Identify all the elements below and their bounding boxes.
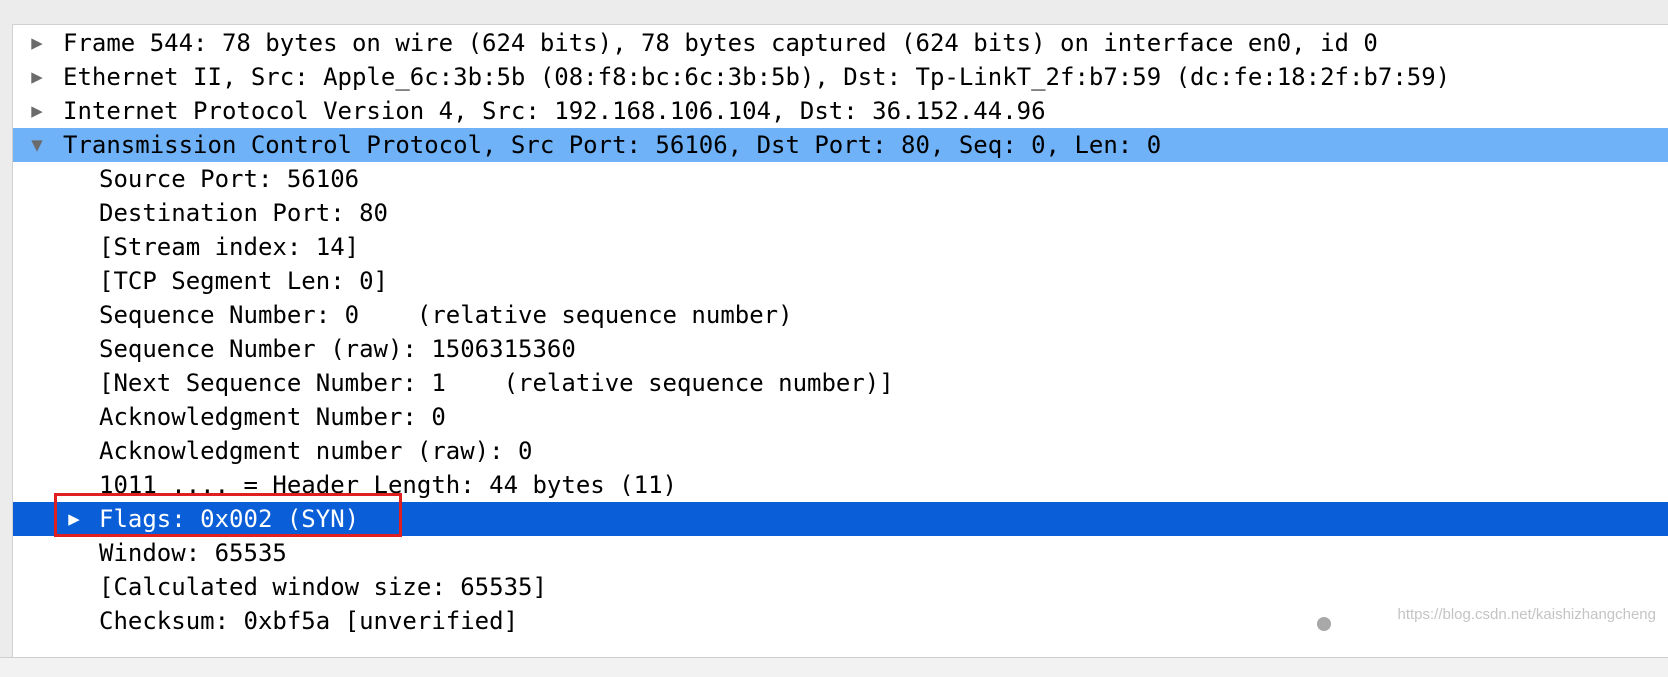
tree-row-calculated-window-size[interactable]: [Calculated window size: 65535] — [13, 570, 1668, 604]
tree-row-label: Destination Port: 80 — [99, 199, 388, 227]
expand-arrow-icon[interactable]: ▶ — [22, 60, 52, 94]
watermark-text: https://blog.csdn.net/kaishizhangcheng — [1397, 606, 1656, 623]
tree-row-label: Transmission Control Protocol, Src Port:… — [63, 131, 1162, 159]
tree-row-ack-number[interactable]: Acknowledgment Number: 0 — [13, 400, 1668, 434]
tree-row-sequence-number-raw[interactable]: Sequence Number (raw): 1506315360 — [13, 332, 1668, 366]
tree-row-tcp[interactable]: ▼ Transmission Control Protocol, Src Por… — [13, 128, 1668, 162]
tree-row-ethernet[interactable]: ▶ Ethernet II, Src: Apple_6c:3b:5b (08:f… — [13, 60, 1668, 94]
tree-row-sequence-number[interactable]: Sequence Number: 0 (relative sequence nu… — [13, 298, 1668, 332]
tree-row-label: Window: 65535 — [99, 539, 287, 567]
tree-row-ack-number-raw[interactable]: Acknowledgment number (raw): 0 — [13, 434, 1668, 468]
tree-row-label: Sequence Number (raw): 1506315360 — [99, 335, 576, 363]
expand-arrow-icon[interactable]: ▶ — [59, 502, 89, 536]
tree-row-label: Acknowledgment Number: 0 — [99, 403, 446, 431]
tree-row-label: Checksum: 0xbf5a [unverified] — [99, 607, 519, 635]
tree-row-label: [Stream index: 14] — [99, 233, 360, 261]
tree-row-label: Flags: 0x002 (SYN) — [99, 505, 360, 533]
tree-row-label: 1011 .... = Header Length: 44 bytes (11) — [99, 471, 677, 499]
tree-row-label: Acknowledgment number (raw): 0 — [99, 437, 533, 465]
tree-row-label: Sequence Number: 0 (relative sequence nu… — [99, 301, 793, 329]
tree-row-header-length[interactable]: 1011 .... = Header Length: 44 bytes (11) — [13, 468, 1668, 502]
tree-row-next-sequence-number[interactable]: [Next Sequence Number: 1 (relative seque… — [13, 366, 1668, 400]
scrollbar-thumb[interactable] — [1317, 617, 1331, 631]
tree-row-flags[interactable]: ▶ Flags: 0x002 (SYN) — [13, 502, 1668, 536]
collapse-arrow-icon[interactable]: ▼ — [22, 128, 52, 162]
tree-row-stream-index[interactable]: [Stream index: 14] — [13, 230, 1668, 264]
tree-row-label: Source Port: 56106 — [99, 165, 360, 193]
packet-details-pane: ▶ Frame 544: 78 bytes on wire (624 bits)… — [12, 24, 1668, 658]
tree-row-label: Ethernet II, Src: Apple_6c:3b:5b (08:f8:… — [63, 63, 1451, 91]
tree-row-label: Internet Protocol Version 4, Src: 192.16… — [63, 97, 1046, 125]
tree-row-source-port[interactable]: Source Port: 56106 — [13, 162, 1668, 196]
tree-row-frame[interactable]: ▶ Frame 544: 78 bytes on wire (624 bits)… — [13, 26, 1668, 60]
tree-row-label: Frame 544: 78 bytes on wire (624 bits), … — [63, 29, 1378, 57]
tree-row-label: [TCP Segment Len: 0] — [99, 267, 388, 295]
expand-arrow-icon[interactable]: ▶ — [22, 26, 52, 60]
expand-arrow-icon[interactable]: ▶ — [22, 94, 52, 128]
tree-row-destination-port[interactable]: Destination Port: 80 — [13, 196, 1668, 230]
tree-row-label: [Calculated window size: 65535] — [99, 573, 547, 601]
tree-row-window[interactable]: Window: 65535 — [13, 536, 1668, 570]
tree-row-segment-len[interactable]: [TCP Segment Len: 0] — [13, 264, 1668, 298]
tree-row-ipv4[interactable]: ▶ Internet Protocol Version 4, Src: 192.… — [13, 94, 1668, 128]
horizontal-scrollbar[interactable] — [0, 657, 1668, 677]
tree-row-label: [Next Sequence Number: 1 (relative seque… — [99, 369, 894, 397]
